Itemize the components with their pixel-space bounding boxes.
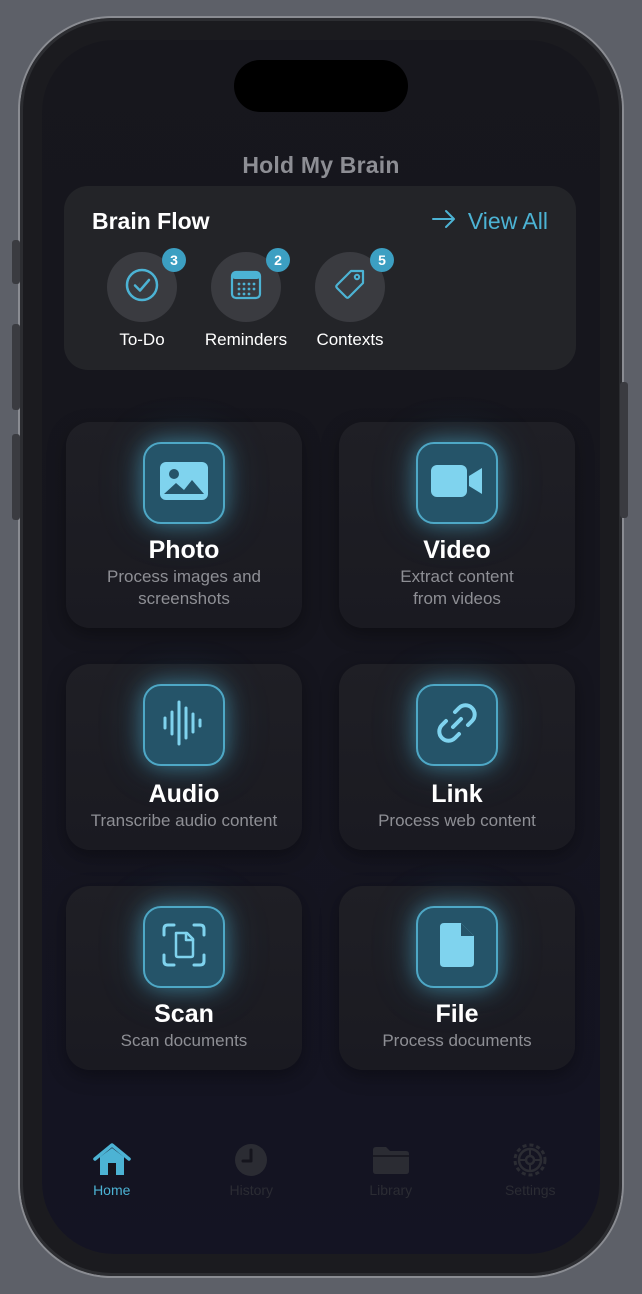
reminders-count-badge: 2 <box>266 248 290 272</box>
document-scanner-icon <box>161 922 207 973</box>
scan-description: Scan documents <box>120 1031 248 1050</box>
audio-icon-box <box>143 684 225 766</box>
app-title: Hold My Brain <box>242 152 400 178</box>
brain-flow-title: Brain Flow <box>92 208 210 234</box>
todo-label: To-Do <box>119 330 165 349</box>
photo-icon <box>158 460 210 507</box>
tab-settings-label: Settings <box>504 1182 556 1198</box>
file-icon <box>437 920 477 975</box>
tab-home-label: Home <box>93 1182 131 1198</box>
clock-icon <box>233 1140 269 1180</box>
photo-icon-box <box>143 442 225 524</box>
checkmark-circle-icon <box>124 267 160 308</box>
calendar-icon <box>229 268 263 307</box>
house-icon <box>92 1140 132 1180</box>
flow-item-todo[interactable]: 3 To-Do <box>90 248 194 350</box>
flow-item-reminders[interactable]: 2 Reminders <box>194 248 298 350</box>
contexts-count-badge: 5 <box>370 248 394 272</box>
tab-library[interactable]: Library <box>321 1140 461 1220</box>
video-icon-box <box>416 442 498 524</box>
phone-frame: Hold My Brain Brain Flow View All 3 To-D… <box>12 18 628 1276</box>
link-tile[interactable]: Link Process web content <box>339 664 575 850</box>
tab-history[interactable]: History <box>182 1140 322 1220</box>
power-button <box>620 382 628 518</box>
volume-up-button <box>12 324 20 410</box>
file-icon-box <box>416 906 498 988</box>
video-description: Extract content from videos <box>400 567 514 608</box>
link-icon-box <box>416 684 498 766</box>
video-tile[interactable]: Video Extract content from videos <box>339 422 575 628</box>
brain-flow-card: Brain Flow View All 3 To-Do 2 Reminders … <box>64 186 576 370</box>
video-title: Video <box>423 536 491 564</box>
file-tile[interactable]: File Process documents <box>339 886 575 1070</box>
view-all-button[interactable]: View All <box>431 208 548 235</box>
link-description: Process web content <box>378 811 536 830</box>
tab-library-label: Library <box>369 1182 413 1198</box>
folder-icon <box>371 1140 411 1180</box>
action-button <box>12 240 20 284</box>
file-title: File <box>435 1000 479 1028</box>
scan-tile[interactable]: Scan Scan documents <box>66 886 302 1070</box>
view-all-label: View All <box>467 208 548 234</box>
dynamic-island <box>234 60 408 112</box>
audio-description: Transcribe audio content <box>90 811 278 830</box>
photo-description: Process images and screenshots <box>106 567 262 608</box>
reminders-label: Reminders <box>204 330 288 349</box>
tag-icon <box>332 267 368 308</box>
tab-history-label: History <box>229 1182 274 1198</box>
scan-title: Scan <box>154 1000 214 1028</box>
tab-home[interactable]: Home <box>42 1140 182 1220</box>
gear-icon <box>511 1140 549 1180</box>
link-icon <box>432 698 482 753</box>
arrow-right-icon <box>431 208 456 235</box>
audio-title: Audio <box>148 780 220 808</box>
scan-icon-box <box>143 906 225 988</box>
tab-bar: Home History Library Settings <box>42 1140 600 1220</box>
todo-count-badge: 3 <box>162 248 186 272</box>
app-screen: Hold My Brain Brain Flow View All 3 To-D… <box>42 40 600 1254</box>
audio-tile[interactable]: Audio Transcribe audio content <box>66 664 302 850</box>
tab-settings[interactable]: Settings <box>461 1140 601 1220</box>
flow-item-contexts[interactable]: 5 Contexts <box>298 248 402 350</box>
video-camera-icon <box>429 462 485 505</box>
waveform-icon <box>161 698 207 753</box>
contexts-label: Contexts <box>316 330 384 349</box>
link-title: Link <box>431 780 483 808</box>
volume-down-button <box>12 434 20 520</box>
photo-tile[interactable]: Photo Process images and screenshots <box>66 422 302 628</box>
photo-title: Photo <box>148 536 220 564</box>
file-description: Process documents <box>382 1031 532 1050</box>
